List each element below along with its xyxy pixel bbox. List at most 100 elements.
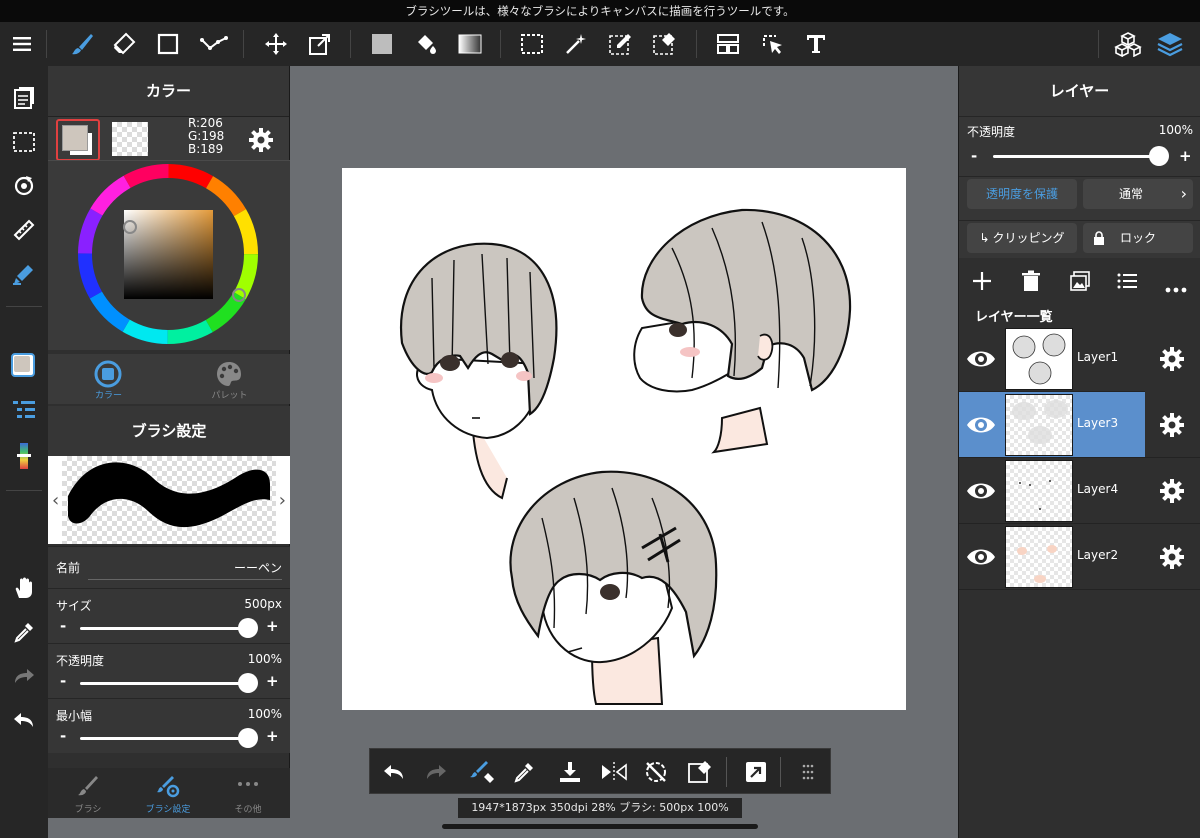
layers-icon[interactable] bbox=[1150, 22, 1190, 66]
color-settings-gear-icon[interactable] bbox=[248, 127, 274, 157]
opacity-minus-button[interactable]: - bbox=[60, 672, 66, 690]
sub-color-swatch[interactable] bbox=[112, 122, 148, 156]
layer-row-layer4[interactable]: Layer4 bbox=[959, 458, 1200, 524]
lock-button[interactable]: ロック bbox=[1083, 223, 1193, 253]
ruler-icon[interactable] bbox=[0, 210, 48, 250]
rotate-off-icon[interactable] bbox=[636, 749, 676, 795]
layer-list-menu-icon[interactable] bbox=[1117, 272, 1137, 294]
layer-opacity-slider-knob[interactable] bbox=[1149, 146, 1169, 166]
tab-palette[interactable]: パレット bbox=[169, 354, 290, 404]
select-rect-icon[interactable] bbox=[512, 22, 552, 66]
navigator-icon[interactable] bbox=[736, 749, 776, 795]
top-toolbar bbox=[0, 22, 1200, 66]
drawing-canvas[interactable] bbox=[342, 168, 906, 710]
layer-settings-gear-icon[interactable] bbox=[1159, 346, 1185, 376]
redo-icon[interactable] bbox=[0, 656, 48, 696]
transform-icon[interactable] bbox=[300, 22, 340, 66]
visibility-eye-icon[interactable] bbox=[965, 344, 997, 378]
hand-icon[interactable] bbox=[0, 568, 48, 608]
opacity-plus-button[interactable]: + bbox=[266, 672, 279, 690]
min-width-slider[interactable] bbox=[80, 737, 254, 740]
main-color-swatch[interactable] bbox=[56, 119, 100, 161]
fill-color-icon[interactable] bbox=[362, 22, 402, 66]
blend-mode-button[interactable]: 通常 › bbox=[1083, 179, 1193, 209]
selection-icon[interactable] bbox=[0, 122, 48, 162]
tab-other[interactable]: その他 bbox=[208, 768, 288, 818]
protect-alpha-button[interactable]: 透明度を保護 bbox=[967, 179, 1077, 209]
add-layer-icon[interactable] bbox=[971, 270, 993, 296]
visibility-eye-icon[interactable] bbox=[965, 410, 997, 444]
bucket-icon[interactable] bbox=[406, 22, 446, 66]
tab-brush[interactable]: ブラシ bbox=[48, 768, 128, 818]
select-pen-icon[interactable] bbox=[600, 22, 640, 66]
eraser-icon[interactable] bbox=[104, 22, 144, 66]
tab-color[interactable]: カラー bbox=[48, 354, 169, 404]
grip-dots-icon[interactable] bbox=[788, 749, 828, 795]
brush-eraser-switch-icon[interactable] bbox=[462, 749, 502, 795]
more-options-icon[interactable] bbox=[1165, 278, 1187, 297]
visibility-eye-icon[interactable] bbox=[965, 542, 997, 576]
text-icon[interactable] bbox=[796, 22, 836, 66]
magic-wand-icon[interactable] bbox=[556, 22, 596, 66]
clear-layer-icon[interactable] bbox=[680, 749, 720, 795]
flip-horizontal-icon[interactable] bbox=[594, 749, 634, 795]
min-width-value: 100% bbox=[247, 707, 282, 721]
menu-icon[interactable] bbox=[4, 22, 40, 66]
pen-snap-icon[interactable] bbox=[0, 254, 48, 294]
size-plus-button[interactable]: + bbox=[266, 617, 279, 635]
redo-icon[interactable] bbox=[416, 749, 456, 795]
layer-opacity-slider[interactable] bbox=[993, 155, 1159, 158]
eyedropper-icon[interactable] bbox=[0, 612, 48, 652]
brush-stroke-preview bbox=[68, 462, 270, 528]
layer-row-layer2[interactable]: Layer2 bbox=[959, 524, 1200, 590]
visibility-eye-icon[interactable] bbox=[965, 476, 997, 510]
select-eraser-icon[interactable] bbox=[644, 22, 684, 66]
layer-settings-gear-icon[interactable] bbox=[1159, 544, 1185, 574]
pages-icon[interactable] bbox=[0, 78, 48, 118]
opacity-slider[interactable] bbox=[80, 682, 254, 685]
brush-icon[interactable] bbox=[62, 22, 102, 66]
min-width-slider-knob[interactable] bbox=[238, 728, 258, 748]
material-icon[interactable] bbox=[1108, 22, 1148, 66]
frame-icon[interactable] bbox=[708, 22, 748, 66]
move-icon[interactable] bbox=[256, 22, 296, 66]
brush-name-field[interactable]: ーーペン bbox=[234, 559, 282, 576]
color-wheel[interactable] bbox=[48, 161, 290, 351]
rectangle-icon[interactable] bbox=[148, 22, 188, 66]
tab-brush-settings[interactable]: ブラシ設定 bbox=[128, 768, 208, 818]
tab-other-label: その他 bbox=[234, 805, 262, 815]
canvas-status: 1947*1873px 350dpi 28% ブラシ: 500px 100% bbox=[458, 798, 742, 818]
connector-icon[interactable] bbox=[192, 22, 236, 66]
rotate-icon[interactable] bbox=[0, 166, 48, 206]
opacity-slider-knob[interactable] bbox=[238, 673, 258, 693]
next-brush-chevron-icon[interactable]: › bbox=[279, 490, 286, 511]
blend-chevron-icon: › bbox=[1180, 184, 1187, 203]
min-width-minus-button[interactable]: - bbox=[60, 727, 66, 745]
prev-brush-chevron-icon[interactable]: ‹ bbox=[52, 490, 59, 511]
layer-row-layer1[interactable]: Layer1 bbox=[959, 326, 1200, 392]
color-bar-icon[interactable] bbox=[0, 436, 48, 476]
home-indicator bbox=[442, 824, 758, 829]
color-swatch-icon[interactable] bbox=[0, 346, 48, 386]
save-download-icon[interactable] bbox=[550, 749, 590, 795]
layer-row-layer3[interactable]: Layer3 bbox=[959, 392, 1145, 458]
undo-icon[interactable] bbox=[0, 700, 48, 740]
size-slider[interactable] bbox=[80, 627, 254, 630]
size-slider-knob[interactable] bbox=[238, 618, 258, 638]
undo-icon[interactable] bbox=[374, 749, 414, 795]
size-minus-button[interactable]: - bbox=[60, 617, 66, 635]
eyedropper-icon[interactable] bbox=[504, 749, 544, 795]
layer-settings-gear-icon[interactable] bbox=[1159, 412, 1185, 442]
delete-layer-icon[interactable] bbox=[1021, 270, 1041, 296]
min-width-plus-button[interactable]: + bbox=[266, 727, 279, 745]
clipping-button[interactable]: ↳ クリッピング bbox=[967, 223, 1077, 253]
layer-settings-gear-icon[interactable] bbox=[1159, 478, 1185, 508]
layer-list-icon[interactable] bbox=[0, 390, 48, 430]
import-image-icon[interactable] bbox=[1069, 270, 1091, 296]
layer-opacity-plus-button[interactable]: + bbox=[1179, 147, 1192, 165]
right-panel: レイヤー 不透明度 100% - + 透明度を保護 通常 › ↳ クリッピング ロ… bbox=[958, 66, 1200, 838]
gradient-icon[interactable] bbox=[450, 22, 490, 66]
color-tabs: カラー パレット bbox=[48, 354, 290, 404]
layer-opacity-minus-button[interactable]: - bbox=[971, 147, 977, 165]
operation-icon[interactable] bbox=[752, 22, 792, 66]
